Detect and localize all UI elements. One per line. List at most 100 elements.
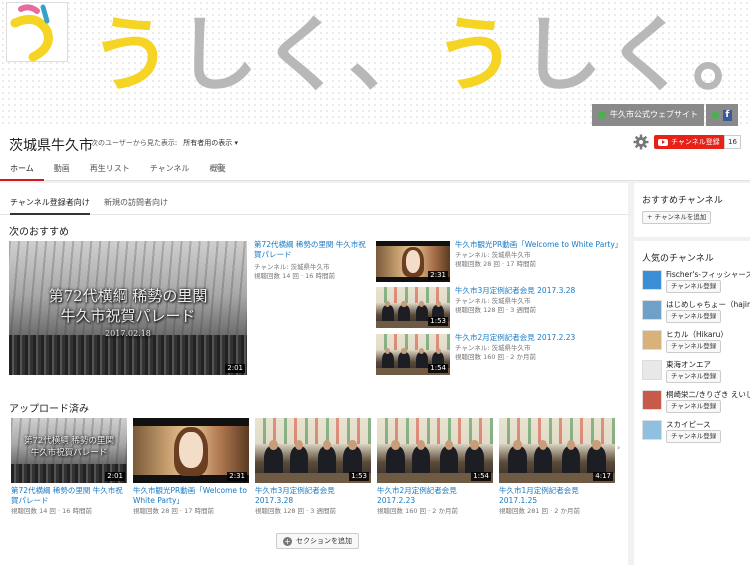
thumbnail-art	[465, 439, 484, 476]
tab-videos[interactable]: 動画	[44, 161, 80, 181]
uploads-section-title: アップロード済み	[9, 404, 89, 415]
thumbnail-art	[9, 334, 247, 375]
thumbnail-art	[343, 439, 362, 476]
link-icon	[598, 111, 606, 119]
popular-channel-name[interactable]: スカイピース	[666, 419, 750, 430]
banner-char: う	[434, 8, 521, 103]
search-icon[interactable]	[216, 163, 226, 173]
add-channel-button[interactable]: + チャンネルを追加	[642, 211, 712, 224]
featured-video-meta: 視聴回数 14 回 · 16 時間前	[254, 272, 335, 280]
facebook-link[interactable]: f	[706, 104, 738, 126]
overlay-line2: 牛久市祝賀パレード	[30, 448, 108, 458]
popular-channel-name[interactable]: はじめしゃちょー（hajime）	[666, 299, 750, 310]
popular-channels-panel: 人気のチャンネル Fischer's-フィッシャーズ- チャンネル登録 はじめしゃち…	[634, 241, 750, 565]
channel-avatar[interactable]	[642, 300, 662, 320]
view-as-value[interactable]: 所有者用の表示 ▾	[183, 139, 238, 147]
tab-channels[interactable]: チャンネル	[140, 161, 200, 181]
banner-char: く	[606, 8, 693, 103]
upload-video-thumbnail[interactable]: 第72代横綱 稀勢の里関 牛久市祝賀パレード 2:01	[11, 418, 127, 483]
upload-video-title[interactable]: 牛久市2月定例記者会見 2017.2.23	[377, 486, 493, 506]
thumbnail-art	[405, 250, 421, 273]
tab-home[interactable]: ホーム	[0, 161, 44, 181]
side-video-title[interactable]: 牛久市3月定例記者会見 2017.3.28	[455, 286, 620, 296]
upload-video-thumbnail[interactable]: 1:53	[255, 418, 371, 483]
subtab-subscribers[interactable]: チャンネル登録者向け	[10, 197, 90, 215]
upload-video-title[interactable]: 牛久市3月定例記者会見 2017.3.28	[255, 486, 371, 506]
gear-icon[interactable]	[633, 134, 649, 150]
thumbnail-art	[587, 439, 606, 476]
upload-video-title[interactable]: 牛久市1月定例記者会見 2017.1.25	[499, 486, 615, 506]
popular-channel-subscribe-button[interactable]: チャンネル登録	[666, 280, 722, 293]
channel-header: 茨城県牛久市 次のユーザーから見た表示: 所有者用の表示 ▾ チャンネル登録 16…	[0, 127, 750, 181]
banner-char: く	[262, 8, 349, 103]
popular-channel-item: 桐崎栄二/きりざき えいじ チャンネル登録	[642, 389, 750, 419]
side-video-channel: チャンネル: 茨城県牛久市	[455, 297, 531, 305]
subscribe-button[interactable]: チャンネル登録	[654, 135, 725, 149]
channel-avatar[interactable]	[642, 330, 662, 350]
tab-playlists[interactable]: 再生リスト	[80, 161, 140, 181]
side-video-thumbnail[interactable]: 2:31	[376, 241, 450, 282]
popular-channel-subscribe-button[interactable]: チャンネル登録	[666, 340, 722, 353]
thumbnail-art	[561, 439, 581, 476]
subtab-new-visitors[interactable]: 新規の訪問者向け	[104, 197, 168, 215]
thumbnail-art	[289, 439, 309, 476]
thumbnail-art	[411, 439, 431, 476]
popular-channel-name[interactable]: Fischer's-フィッシャーズ-	[666, 269, 750, 280]
popular-channel-subscribe-button[interactable]: チャンネル登録	[666, 400, 722, 413]
upload-video-meta: 視聴回数 14 回 · 16 時間前	[11, 507, 92, 515]
popular-channels-title: 人気のチャンネル	[642, 254, 714, 264]
side-video-title[interactable]: 牛久市観光PR動画「Welcome to White Party」	[455, 240, 622, 250]
side-video-meta: 視聴回数 28 回 · 17 時間前	[455, 260, 536, 268]
upload-video-thumbnail[interactable]: 4:17	[499, 418, 615, 483]
video-duration: 2:31	[428, 271, 448, 280]
upload-video-thumbnail[interactable]: 2:31	[133, 418, 249, 483]
add-section-button[interactable]: + セクションを追加	[276, 533, 359, 549]
main-content: チャンネル登録者向け 新規の訪問者向け 次のおすすめ 第72代横綱 稀勢の里関 …	[0, 183, 628, 565]
channel-avatar[interactable]	[642, 270, 662, 290]
popular-channel-item: はじめしゃちょー（hajime）チャンネル登録	[642, 299, 750, 329]
upload-video-meta: 視聴回数 160 回 · 2 か月前	[377, 507, 458, 515]
banner-char: 、	[348, 8, 435, 103]
side-video-title[interactable]: 牛久市2月定例記者会見 2017.2.23	[455, 333, 620, 343]
popular-channel-subscribe-button[interactable]: チャンネル登録	[666, 370, 722, 383]
side-video-meta: 視聴回数 160 回 · 2 か月前	[455, 353, 536, 361]
upload-video-title[interactable]: 第72代横綱 稀勢の里関 牛久市祝賀パレード	[11, 486, 127, 506]
channel-avatar[interactable]	[6, 2, 68, 62]
popular-channel-item: スカイピース チャンネル登録	[642, 419, 750, 449]
thumbnail-art	[533, 439, 553, 476]
video-duration: 2:31	[227, 472, 247, 481]
subscribe-label: チャンネル登録	[671, 138, 720, 146]
overlay-date: 2017.02.18	[105, 329, 151, 338]
side-video-channel: チャンネル: 茨城県牛久市	[455, 344, 531, 352]
thumbnail-art	[508, 439, 527, 476]
popular-channel-subscribe-button[interactable]: チャンネル登録	[666, 310, 722, 323]
subscriber-count: 16	[724, 135, 741, 149]
overlay-line1: 第72代横綱 稀勢の里関	[48, 287, 208, 305]
popular-channel-name[interactable]: 桐崎栄二/きりざき えいじ	[666, 389, 750, 400]
side-video-thumbnail[interactable]: 1:53	[376, 287, 450, 328]
channel-avatar[interactable]	[642, 420, 662, 440]
official-website-link[interactable]: 牛久市公式ウェブサイト	[592, 104, 704, 126]
upload-video-thumbnail[interactable]: 1:54	[377, 418, 493, 483]
channel-avatar[interactable]	[642, 390, 662, 410]
shelf-next-arrow[interactable]: ›	[617, 443, 620, 452]
side-video-thumbnail[interactable]: 1:54	[376, 334, 450, 375]
popular-channel-name[interactable]: ヒカル（Hikaru）	[666, 329, 750, 340]
thumbnail-art	[415, 347, 428, 371]
video-duration: 2:01	[105, 472, 125, 481]
side-video-meta: 視聴回数 128 回 · 3 週間前	[455, 306, 536, 314]
popular-channel-subscribe-button[interactable]: チャンネル登録	[666, 430, 722, 443]
popular-channel-name[interactable]: 東海オンエア	[666, 359, 750, 370]
view-as-selector[interactable]: 次のユーザーから見た表示: 所有者用の表示 ▾	[91, 138, 238, 148]
featured-video-thumbnail[interactable]: 第72代横綱 稀勢の里関 牛久市祝賀パレード 2017.02.18 2:01	[9, 241, 247, 375]
official-website-label: 牛久市公式ウェブサイト	[610, 110, 698, 119]
channel-title: 茨城県牛久市	[9, 138, 93, 154]
channel-avatar[interactable]	[642, 360, 662, 380]
thumbnail-art	[264, 439, 283, 476]
banner-char: 。	[692, 0, 750, 107]
thumbnail-art	[317, 439, 337, 476]
featured-video-title[interactable]: 第72代横綱 稀勢の里関 牛久市祝賀パレード	[254, 240, 366, 260]
upload-video-title[interactable]: 牛久市観光PR動画「Welcome to White Party」	[133, 486, 249, 506]
video-duration: 1:53	[349, 472, 369, 481]
recommended-channels-title: おすすめチャンネル	[642, 196, 723, 206]
